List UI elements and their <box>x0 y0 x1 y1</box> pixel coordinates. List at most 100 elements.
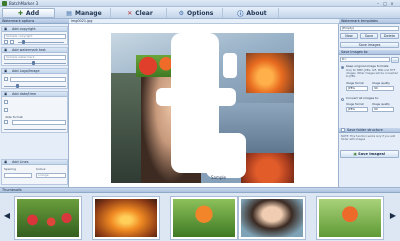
date-format-input[interactable] <box>12 120 66 125</box>
copyright-input[interactable]: Sample copyright <box>4 34 66 39</box>
minimize-button[interactable]: – <box>375 1 381 6</box>
manage-label: Manage <box>74 9 102 17</box>
spacing-label: Spacing <box>4 167 16 171</box>
watermark-overlay <box>206 133 246 178</box>
watermark-opacity-slider[interactable] <box>4 63 66 64</box>
clear-icon: ✕ <box>127 9 133 17</box>
delete-template-button[interactable]: Delete <box>380 33 399 39</box>
image-format-select[interactable]: JPEG <box>346 86 368 91</box>
folder-structure-header: Save folder structure <box>339 128 400 133</box>
slider-handle[interactable] <box>32 61 35 65</box>
image-format-label-2: Image format <box>346 103 364 106</box>
add-button[interactable]: ✚ Add <box>2 8 55 18</box>
thumbnail-item[interactable] <box>92 196 160 240</box>
save-path-input[interactable]: D:\ <box>340 57 390 62</box>
thumbnail-item[interactable] <box>14 196 82 240</box>
about-button[interactable]: ⓘ About <box>226 8 279 18</box>
folder-structure-checkbox[interactable] <box>341 128 345 132</box>
expand-toggle-icon[interactable]: ▣ <box>4 92 7 97</box>
date-checkbox[interactable] <box>4 100 8 104</box>
keep-format-label: Keep original image formats <box>346 64 389 68</box>
position-picker[interactable] <box>10 40 14 44</box>
options-button[interactable]: ⚙ Options <box>170 8 223 18</box>
next-thumbnail-button[interactable]: ▶ <box>389 206 397 226</box>
thumbnail-item[interactable] <box>316 196 384 240</box>
preview-sunset <box>246 53 294 93</box>
preview-area: img0021.jpg Sample <box>69 19 339 187</box>
date-size-slider[interactable] <box>4 129 66 130</box>
poppy-thumbnail-image <box>319 199 381 237</box>
add-label: Add <box>25 9 40 17</box>
slider-handle[interactable] <box>22 40 25 44</box>
prev-thumbnail-button[interactable]: ◀ <box>3 206 11 226</box>
save-images-button[interactable]: ▣ Save Images! <box>340 150 399 158</box>
logo-section-header[interactable]: ▣ Add Logo/Image <box>2 69 67 74</box>
orange-flower-thumbnail-image <box>173 199 235 237</box>
expand-toggle-icon[interactable]: ▣ <box>4 48 7 53</box>
image-format-select-2[interactable]: JPEG <box>346 107 368 112</box>
save-disk-icon: ▣ <box>353 152 357 156</box>
manage-button[interactable]: ▤ Manage <box>58 8 111 18</box>
folder-structure-note: NOTE: This function works only if you ad… <box>341 135 396 141</box>
date-position-picker[interactable] <box>4 120 8 124</box>
keep-format-radio[interactable] <box>341 66 344 69</box>
templates-title: Watermark templates <box>339 19 400 24</box>
right-panel: Watermark templates (Empty) New Save Del… <box>339 19 400 187</box>
date-section-header[interactable]: ▣ Add date/time <box>2 92 67 97</box>
thumbnail-strip: Thumbnails ◀ ▶ <box>0 187 400 241</box>
logo-title: Add Logo/Image <box>12 69 40 73</box>
save-images-label: Save Images! <box>358 152 386 156</box>
plus-icon: ✚ <box>17 9 23 17</box>
lines-section: ▣ Add Lines Spacing Colour orange <box>1 159 68 185</box>
preview-tab[interactable]: img0021.jpg <box>69 19 339 24</box>
app-logo-icon <box>2 1 7 6</box>
copyright-section: ▣ Add copyright Sample copyright <box>1 26 68 45</box>
watermark-section-header[interactable]: ▣ Add watermark text <box>2 48 67 53</box>
expand-toggle-icon[interactable]: ▣ <box>4 160 7 165</box>
font-color-swatch[interactable] <box>4 40 8 44</box>
clear-button[interactable]: ✕ Clear <box>114 8 167 18</box>
maximize-button[interactable]: □ <box>382 1 388 6</box>
expand-toggle-icon[interactable]: ▣ <box>4 27 7 32</box>
lines-section-header[interactable]: ▣ Add Lines <box>2 160 67 165</box>
sunset-thumbnail-image <box>95 199 157 237</box>
template-select[interactable]: (Empty) <box>340 26 399 31</box>
line-colour-select[interactable]: orange <box>36 173 66 178</box>
image-quality-input-2[interactable]: 90 <box>372 107 394 112</box>
date-title: Add date/time <box>12 92 37 96</box>
folder-structure-title: Save folder structure <box>347 128 383 132</box>
image-format-label: Image format <box>346 82 364 85</box>
thumbnail-item[interactable] <box>170 196 238 240</box>
panel-title: Watermark options <box>0 19 69 24</box>
convert-all-radio[interactable] <box>341 98 344 101</box>
new-template-button[interactable]: New <box>340 33 358 39</box>
logo-size-slider[interactable] <box>4 86 66 87</box>
watermark-overlay <box>223 53 237 78</box>
main-toolbar: ✚ Add ▤ Manage ✕ Clear ⚙ Options ⓘ About <box>0 7 400 19</box>
tulips-thumbnail-image <box>17 199 79 237</box>
image-quality-input[interactable]: 90 <box>372 86 394 91</box>
options-icon: ⚙ <box>178 9 185 17</box>
expand-toggle-icon[interactable]: ▣ <box>4 69 7 74</box>
copyright-section-header[interactable]: ▣ Add copyright <box>2 27 67 32</box>
watermark-options-panel: Watermark options ▣ Add copyright Sample… <box>0 19 69 187</box>
spacing-input[interactable] <box>4 173 32 178</box>
thumbnail-item[interactable] <box>238 196 306 240</box>
image-quality-label: Image quality <box>372 82 390 85</box>
close-button[interactable]: × <box>389 1 395 6</box>
preview-filename: img0021.jpg <box>71 19 93 23</box>
colour-label: Colour <box>36 167 46 171</box>
watermark-caption: Sample <box>211 175 226 180</box>
save-images-tab-button[interactable]: Save images <box>340 42 399 48</box>
time-checkbox[interactable] <box>4 108 8 112</box>
convert-all-label: Convert all images to: <box>346 96 380 100</box>
logo-path-input[interactable] <box>10 77 66 82</box>
app-title: BatchMarker 3 <box>9 1 39 6</box>
copyright-title: Add copyright <box>12 27 36 31</box>
logo-position-picker[interactable] <box>4 77 8 81</box>
save-template-button[interactable]: Save <box>360 33 378 39</box>
options-label: Options <box>187 9 214 17</box>
slider-handle[interactable] <box>16 84 19 88</box>
browse-folder-button[interactable]: … <box>391 57 399 63</box>
watermark-input[interactable]: Sample watermark <box>4 55 66 60</box>
